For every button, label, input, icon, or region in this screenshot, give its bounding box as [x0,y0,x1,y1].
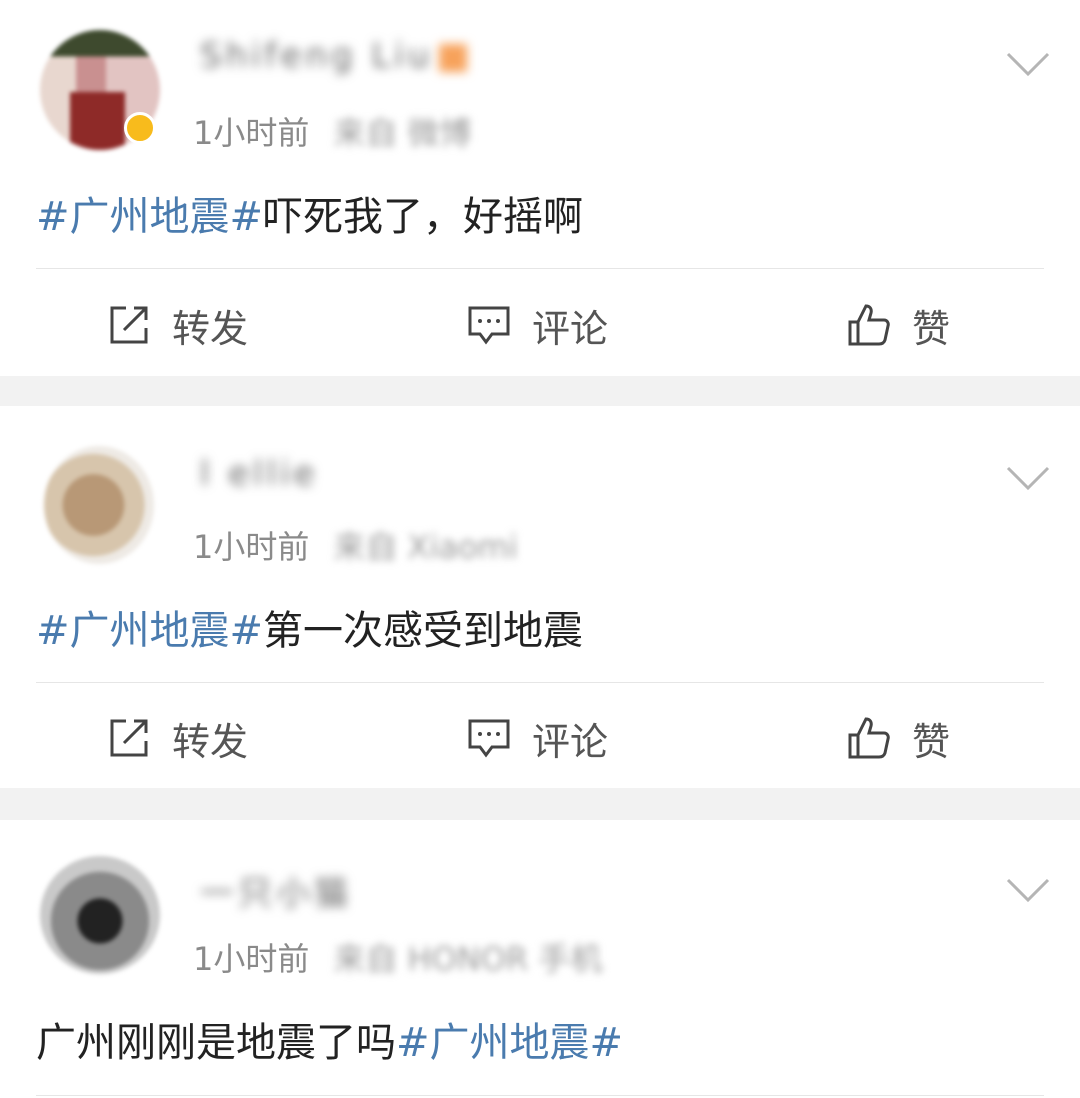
hashtag-link[interactable]: #广州地震# [36,608,263,654]
username[interactable]: 一只小猫 [200,866,352,914]
level-badge-icon [439,43,468,72]
post-source: 来自 Xiaomi [333,528,518,566]
hashtag-link[interactable]: #广州地震# [396,1020,623,1066]
chevron-down-icon[interactable] [1006,464,1050,492]
like-button[interactable]: 赞 [846,297,950,353]
post-card: 一只小猫 1小时前 来自 HONOR 手机 广州刚刚是地震了吗#广州地震# [0,820,1080,1098]
share-icon [110,719,148,757]
share-icon [110,306,148,344]
divider [36,1095,1044,1096]
repost-button[interactable]: 转发 [106,710,248,766]
post-time: 1小时前 [193,114,310,152]
post-card: Shifeng Liu 1小时前 来自 微博 #广州地震#吓死我了，好摇啊 转发 … [0,0,1080,376]
post-source: 来自 HONOR 手机 [333,940,603,978]
post-time: 1小时前 [193,528,310,566]
divider [36,682,1044,683]
verified-badge-icon [124,112,156,144]
comment-icon [468,719,510,758]
post-meta: 1小时前 来自 Xiaomi [193,522,518,568]
repost-button[interactable]: 转发 [106,297,248,353]
chevron-down-icon[interactable] [1006,876,1050,904]
post-source: 来自 微博 [333,114,472,152]
action-bar: 转发 评论 赞 [0,688,1080,788]
username[interactable]: l ellie [200,454,318,496]
post-text: 广州刚刚是地震了吗#广州地震# [36,1020,624,1066]
thumbs-up-icon [848,717,890,759]
username[interactable]: Shifeng Liu [200,36,468,78]
comment-button[interactable]: 评论 [466,710,608,766]
chevron-down-icon[interactable] [1006,50,1050,78]
post-meta: 1小时前 来自 HONOR 手机 [193,934,602,980]
divider [36,268,1044,269]
comment-icon [468,306,510,345]
post-card: l ellie 1小时前 来自 Xiaomi #广州地震#第一次感受到地震 转发 … [0,406,1080,788]
post-meta: 1小时前 来自 微博 [193,108,472,154]
post-text: #广州地震#吓死我了，好摇啊 [36,194,584,240]
thumbs-up-icon [848,304,890,346]
post-text: #广州地震#第一次感受到地震 [36,608,584,654]
avatar[interactable] [44,446,154,564]
like-button[interactable]: 赞 [846,710,950,766]
post-time: 1小时前 [193,940,310,978]
action-bar: 转发 评论 赞 [0,275,1080,375]
avatar[interactable] [40,856,160,974]
comment-button[interactable]: 评论 [466,297,608,353]
hashtag-link[interactable]: #广州地震# [36,194,263,240]
